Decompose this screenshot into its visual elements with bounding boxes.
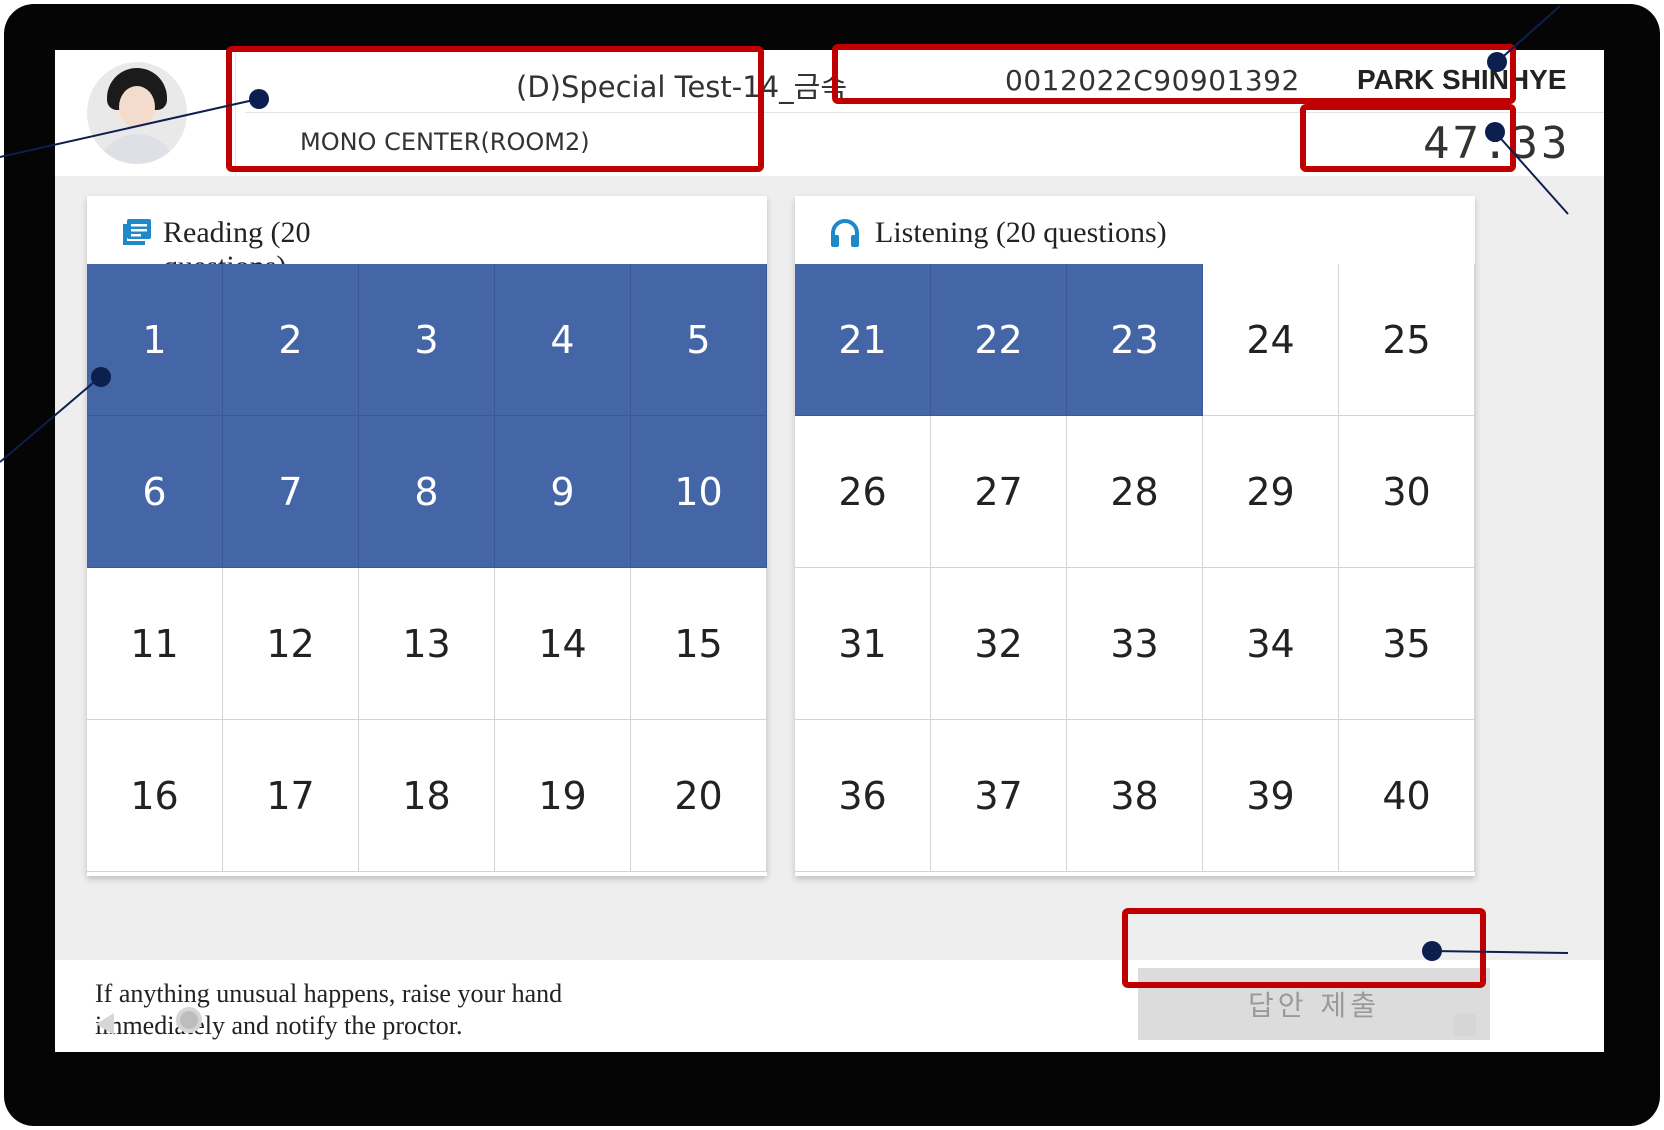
question-22-button[interactable]: 22 <box>931 264 1067 416</box>
question-12-button[interactable]: 12 <box>223 568 359 720</box>
candidate-photo <box>87 62 187 164</box>
annotation-dot-candidate-info <box>1487 52 1507 72</box>
question-11-button[interactable]: 11 <box>87 568 223 720</box>
question-13-button[interactable]: 13 <box>359 568 495 720</box>
question-7-button[interactable]: 7 <box>223 416 359 568</box>
android-home-icon[interactable] <box>176 1007 202 1033</box>
question-15-button[interactable]: 15 <box>631 568 767 720</box>
question-10-button[interactable]: 10 <box>631 416 767 568</box>
question-3-button[interactable]: 3 <box>359 264 495 416</box>
book-icon <box>123 219 151 245</box>
listening-section: Listening (20 questions) 21 22 23 24 25 26 27 2… <box>795 196 1475 876</box>
question-33-button[interactable]: 33 <box>1067 568 1203 720</box>
question-34-button[interactable]: 34 <box>1203 568 1339 720</box>
annotation-dot-submit <box>1422 941 1442 961</box>
question-19-button[interactable]: 19 <box>495 720 631 872</box>
annotation-dot-reading <box>91 367 111 387</box>
question-14-button[interactable]: 14 <box>495 568 631 720</box>
question-4-button[interactable]: 4 <box>495 264 631 416</box>
question-30-button[interactable]: 30 <box>1339 416 1475 568</box>
question-28-button[interactable]: 28 <box>1067 416 1203 568</box>
question-39-button[interactable]: 39 <box>1203 720 1339 872</box>
question-32-button[interactable]: 32 <box>931 568 1067 720</box>
question-27-button[interactable]: 27 <box>931 416 1067 568</box>
highlight-timer <box>1300 104 1516 172</box>
question-6-button[interactable]: 6 <box>87 416 223 568</box>
question-37-button[interactable]: 37 <box>931 720 1067 872</box>
question-5-button[interactable]: 5 <box>631 264 767 416</box>
question-38-button[interactable]: 38 <box>1067 720 1203 872</box>
question-26-button[interactable]: 26 <box>795 416 931 568</box>
question-35-button[interactable]: 35 <box>1339 568 1475 720</box>
question-36-button[interactable]: 36 <box>795 720 931 872</box>
highlight-test-info <box>226 46 764 172</box>
android-back-icon[interactable] <box>96 1013 114 1035</box>
question-16-button[interactable]: 16 <box>87 720 223 872</box>
question-31-button[interactable]: 31 <box>795 568 931 720</box>
headphones-icon <box>831 219 859 247</box>
question-29-button[interactable]: 29 <box>1203 416 1339 568</box>
annotation-dot-test-info <box>249 89 269 109</box>
question-20-button[interactable]: 20 <box>631 720 767 872</box>
question-17-button[interactable]: 17 <box>223 720 359 872</box>
reading-section-header: Reading (20 questions) <box>87 196 767 283</box>
question-21-button[interactable]: 21 <box>795 264 931 416</box>
question-2-button[interactable]: 2 <box>223 264 359 416</box>
question-8-button[interactable]: 8 <box>359 416 495 568</box>
listening-section-title: Listening (20 questions) <box>875 216 1167 249</box>
annotation-dot-timer <box>1485 122 1505 142</box>
highlight-candidate-info <box>832 44 1516 104</box>
question-23-button[interactable]: 23 <box>1067 264 1203 416</box>
question-24-button[interactable]: 24 <box>1203 264 1339 416</box>
question-1-button[interactable]: 1 <box>87 264 223 416</box>
exam-screen: (D)Special Test-14_금속 MONO CENTER(ROOM2)… <box>55 50 1604 1052</box>
question-40-button[interactable]: 40 <box>1339 720 1475 872</box>
question-9-button[interactable]: 9 <box>495 416 631 568</box>
question-25-button[interactable]: 25 <box>1339 264 1475 416</box>
reading-section: Reading (20 questions) 12345678910111213… <box>87 196 767 876</box>
listening-section-header: Listening (20 questions) <box>795 196 1475 266</box>
android-recent-apps-icon[interactable] <box>1454 1014 1476 1036</box>
question-18-button[interactable]: 18 <box>359 720 495 872</box>
